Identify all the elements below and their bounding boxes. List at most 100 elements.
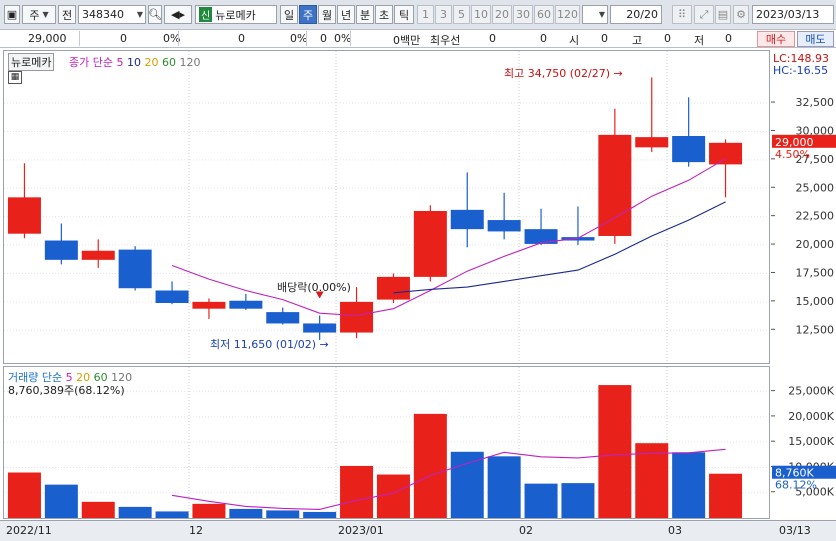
divider [178, 31, 179, 46]
price-legend: 종가 단순 5 10 20 60 120 [69, 54, 200, 70]
pane-stock-name[interactable]: 뉴로메카 [8, 53, 55, 71]
save-icon[interactable]: ▤ [715, 5, 731, 24]
chevron-down-icon: ▼ [42, 10, 49, 19]
legend-ma5: 5 [116, 56, 124, 69]
volume-bar [598, 385, 632, 518]
candle-body [450, 209, 484, 230]
price-tick-label: 20,000 [796, 238, 835, 251]
period-minute[interactable]: 분 [356, 5, 374, 24]
x-label-current: 03/13 [779, 524, 811, 537]
stock-name-field[interactable]: 신 뉴로메카 [195, 5, 277, 24]
listing-badge: 신 [199, 7, 213, 22]
candle-body [266, 312, 300, 324]
current-volume-pct: 68.12% [775, 479, 817, 492]
price-tick-label: 12,500 [796, 323, 835, 336]
candle-body [487, 220, 521, 232]
period-month[interactable]: 월 [318, 5, 336, 24]
sound-icon[interactable]: ◀▸ [164, 5, 192, 24]
candle-body [81, 250, 115, 260]
divider [79, 31, 80, 46]
candle-body [192, 301, 226, 309]
quote-pct-3: 0% [334, 32, 352, 45]
priority-value-2: 0 [540, 32, 547, 45]
trade-amount: 0백만 [393, 34, 421, 47]
quote-pct-2: 0% [290, 32, 308, 45]
period-second[interactable]: 초 [375, 5, 393, 24]
grid-icon[interactable]: ⠿ [672, 5, 692, 24]
candle-body [672, 135, 706, 163]
volume-bar [7, 472, 41, 518]
volume-tick-label: 20,000K [788, 410, 834, 423]
volume-bar [561, 483, 595, 518]
interval-120[interactable]: 120 [555, 5, 580, 24]
divider [306, 31, 307, 46]
chart-line-icon[interactable]: ⤢ [694, 5, 714, 24]
divider [350, 31, 351, 46]
market-type-select[interactable]: 주 ▼ [22, 5, 56, 24]
x-label-dec: 12 [189, 524, 203, 537]
interval-5[interactable]: 5 [453, 5, 470, 24]
window-icon[interactable]: ▣ [4, 5, 20, 24]
volume-chart-pane[interactable]: 거래량 단순 5 20 60 120 8,760,389주(68.12%) [3, 366, 770, 519]
priority-value-1: 0 [489, 32, 496, 45]
quote-value-1: 0 [120, 32, 127, 45]
period-day[interactable]: 일 [280, 5, 298, 24]
table-icon[interactable]: ▦ [8, 71, 22, 84]
chevron-down-icon: ▼ [136, 10, 143, 19]
interval-60[interactable]: 60 [534, 5, 554, 24]
date-input[interactable]: 2023/03/13 [752, 5, 834, 24]
price-tick-label: 32,500 [796, 96, 835, 109]
price-tick-label: 25,000 [796, 181, 835, 194]
price-chart[interactable] [4, 51, 769, 363]
interval-10[interactable]: 10 [471, 5, 491, 24]
candle-body [229, 300, 263, 309]
candle-body [155, 290, 189, 304]
candle-body [7, 197, 41, 234]
legend-ma20: 20 [144, 56, 159, 69]
mode-button[interactable]: 전 [58, 5, 76, 24]
interval-20[interactable]: 20 [492, 5, 512, 24]
gear-icon[interactable]: ⚙ [733, 5, 749, 24]
quote-strip: 29,000 0 0% 0 0% 0 0% 0백만 최우선 0 0 시 0 고 … [0, 30, 836, 48]
volume-bar [229, 508, 263, 518]
period-tick[interactable]: 틱 [394, 5, 414, 24]
current-pct-label: 4.50% [775, 148, 810, 161]
open-label: 시 [569, 34, 580, 47]
legend-ma60: 60 [161, 56, 176, 69]
priority-label: 최우선 [430, 34, 461, 47]
buy-button[interactable]: 매수 [757, 31, 795, 47]
x-label-nov: 2022/11 [6, 524, 52, 537]
interval-1[interactable]: 1 [417, 5, 434, 24]
interval-30[interactable]: 30 [513, 5, 533, 24]
high-value: 0 [664, 32, 671, 45]
high-annotation: 최고 34,750 (02/27) → [504, 67, 623, 80]
quote-value-2: 0 [238, 32, 245, 45]
search-icon[interactable]: 🔍︎ [148, 5, 162, 24]
interval-custom-input[interactable]: ▼ [582, 5, 608, 24]
period-year[interactable]: 년 [337, 5, 355, 24]
volume-bar [709, 473, 743, 518]
volume-bar [44, 484, 78, 518]
chevron-down-icon: ▼ [598, 10, 605, 19]
volume-bar [524, 483, 558, 518]
volume-bar [487, 456, 521, 518]
period-week[interactable]: 주 [299, 5, 317, 24]
volume-bar [340, 465, 374, 518]
arrow-right-icon: → [613, 67, 623, 80]
candle-body [118, 249, 152, 289]
low-annotation: 최저 11,650 (01/02) → [210, 338, 329, 351]
quote-value-3: 0 [320, 32, 327, 45]
interval-3[interactable]: 3 [435, 5, 452, 24]
volume-bar [376, 474, 410, 518]
price-chart-pane[interactable]: 뉴로메카 종가 단순 5 10 20 60 120 ▦ 최고 34,750 (0… [3, 50, 770, 364]
sell-button[interactable]: 매도 [797, 31, 834, 47]
price-tick-label: 22,500 [796, 210, 835, 223]
volume-bar [672, 452, 706, 518]
legend-ma10: 10 [126, 56, 141, 69]
count-field[interactable]: 20/20 [610, 5, 662, 24]
volume-tick-label: 15,000K [788, 435, 834, 448]
x-axis: 2022/11 12 2023/01 02 03 03/13 [0, 520, 836, 541]
high-label: 고 [632, 34, 643, 47]
candle-body [635, 137, 669, 148]
stock-code-input[interactable]: 348340 ▼ [78, 5, 146, 24]
